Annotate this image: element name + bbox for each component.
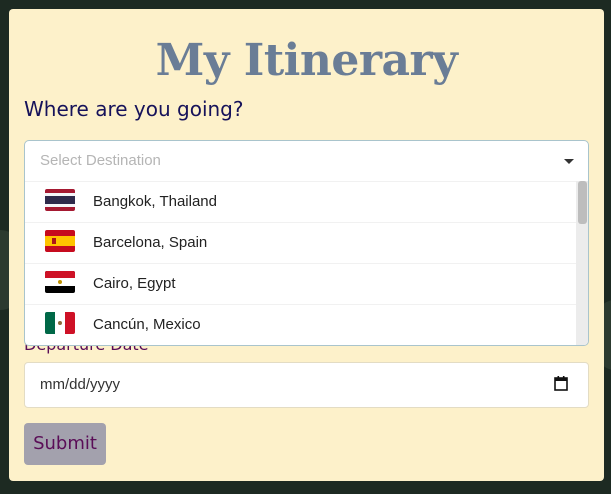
spain-flag-icon [45,230,75,252]
submit-button[interactable]: Submit [24,423,106,465]
egypt-flag-icon [45,271,75,293]
departure-date-value: mm/dd/yyyy [40,376,121,393]
destination-question: Where are you going? [24,97,244,121]
destination-select[interactable]: Select Destination Bangkok, Thailand Bar… [24,140,589,346]
calendar-icon[interactable] [554,376,568,391]
destination-option-label: Cancún, Mexico [93,316,201,333]
chevron-down-icon[interactable] [564,159,574,164]
thailand-flag-icon [45,189,75,211]
itinerary-form-card: My Itinerary Where are you going? Depart… [9,9,604,481]
destination-option[interactable]: Cancún, Mexico [25,304,576,345]
options-scrollbar[interactable] [576,181,588,345]
mexico-flag-icon [45,312,75,334]
destination-option-label: Cairo, Egypt [93,275,176,292]
destination-option[interactable]: Bangkok, Thailand [25,181,576,222]
destination-option[interactable]: Barcelona, Spain [25,222,576,263]
destination-options-list: Bangkok, Thailand Barcelona, Spain Cairo… [25,181,576,345]
destination-option[interactable]: Cairo, Egypt [25,263,576,304]
destination-option-label: Bangkok, Thailand [93,193,217,210]
destination-select-placeholder: Select Destination [40,152,161,169]
page-title: My Itinerary [155,35,458,86]
options-scrollbar-thumb[interactable] [578,181,587,224]
departure-date-input[interactable]: mm/dd/yyyy [24,362,589,408]
destination-select-control[interactable]: Select Destination [25,141,588,181]
destination-option-label: Barcelona, Spain [93,234,208,251]
